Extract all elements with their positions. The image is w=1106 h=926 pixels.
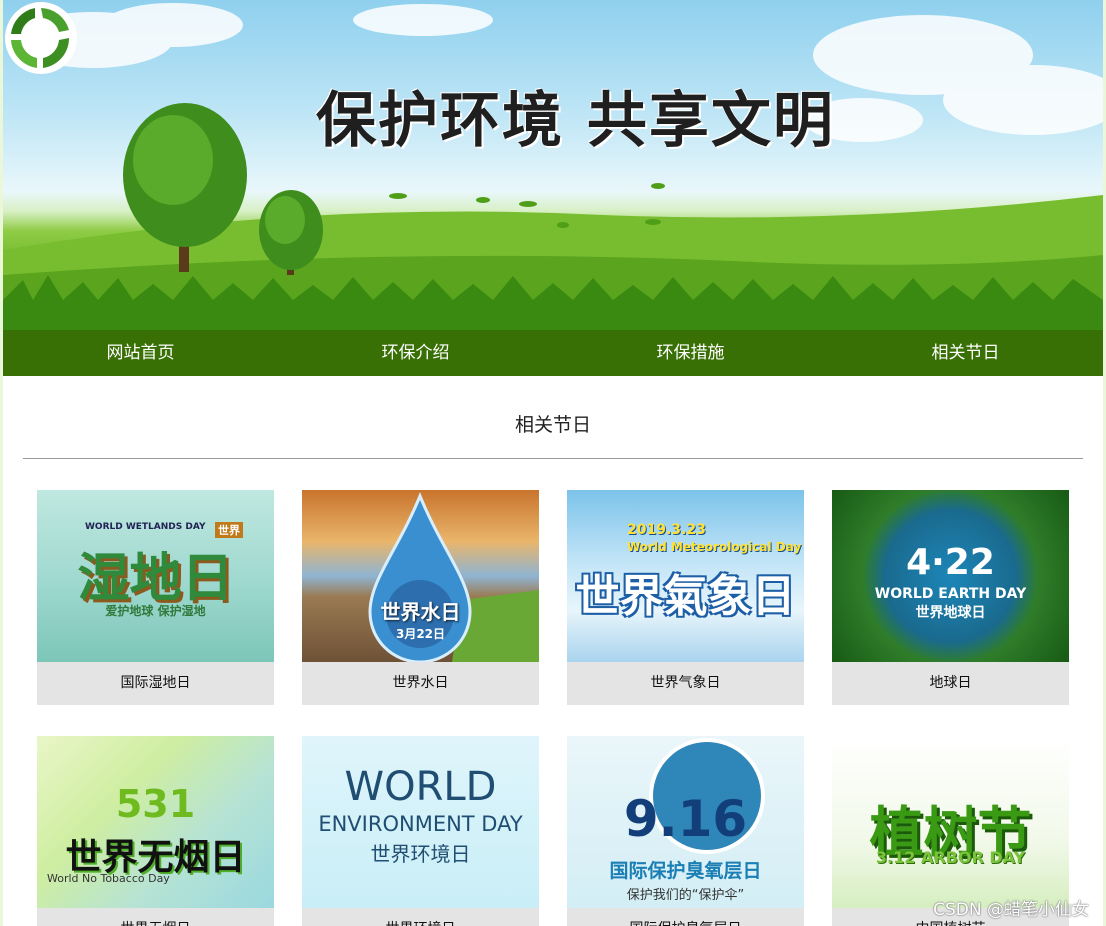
meteorological-image: 2019.3.23 World Meteorological Day 世界氣象日: [567, 490, 804, 662]
festival-card-earth[interactable]: 4·22 WORLD EARTH DAY 世界地球日 地球日: [832, 490, 1069, 705]
banner-illustration: [3, 3, 1103, 330]
no-tobacco-image: 531 世界无烟日 World No Tobacco Day: [37, 736, 274, 908]
festival-card-meteorological[interactable]: 2019.3.23 World Meteorological Day 世界氣象日…: [567, 490, 804, 705]
banner-title: 保护环境 共享文明: [316, 86, 835, 156]
watermark: CSDN @蜡笔小仙女: [933, 900, 1089, 920]
section-title: 相关节日: [514, 414, 591, 436]
festival-card-ozone[interactable]: 9.16 国际保护臭氧层日 保护我们的“保护伞” 国际保护臭氧层日: [567, 736, 804, 926]
page: 保护环境 共享文明 网站首页 环保介绍 环保措施 相关节日 相关节日 WORLD…: [3, 0, 1103, 926]
card-caption: 世界无烟日: [37, 908, 274, 926]
recycle-icon: [5, 2, 77, 74]
festival-card-environment[interactable]: WORLD ENVIRONMENT DAY 世界环境日 世界环境日: [302, 736, 539, 926]
wetlands-image: WORLD WETLANDS DAY 世界 湿地日 爱护地球 保护湿地: [37, 490, 274, 662]
nav-item-festivals[interactable]: 相关节日: [828, 330, 1103, 376]
nav-item-home[interactable]: 网站首页: [3, 330, 278, 376]
card-caption: 世界气象日: [650, 675, 721, 691]
card-caption: 地球日: [929, 675, 972, 691]
water-image: 世界水日 3月22日: [302, 490, 539, 662]
earth-image: 4·22 WORLD EARTH DAY 世界地球日: [832, 490, 1069, 662]
festival-card-no-tobacco[interactable]: 531 世界无烟日 World No Tobacco Day 世界无烟日: [37, 736, 274, 926]
festival-card-water[interactable]: 世界水日 3月22日 世界水日: [302, 490, 539, 705]
header-banner: 保护环境 共享文明: [3, 0, 1103, 330]
card-caption: 国际保护臭氧层日: [567, 908, 804, 926]
arbor-image: 植树节 3.12 ARBOR DAY: [832, 736, 1069, 908]
environment-image: WORLD ENVIRONMENT DAY 世界环境日: [302, 736, 539, 908]
card-caption: 世界环境日: [302, 908, 539, 926]
nav-item-measures[interactable]: 环保措施: [553, 330, 828, 376]
festival-card-wetlands[interactable]: WORLD WETLANDS DAY 世界 湿地日 爱护地球 保护湿地 国际湿地…: [37, 490, 274, 705]
card-caption: 世界水日: [392, 675, 449, 691]
main-nav: 网站首页 环保介绍 环保措施 相关节日: [3, 330, 1103, 376]
section-divider: [23, 458, 1083, 459]
ozone-image: 9.16 国际保护臭氧层日 保护我们的“保护伞”: [567, 736, 804, 908]
nav-item-intro[interactable]: 环保介绍: [278, 330, 553, 376]
card-caption: 国际湿地日: [120, 675, 191, 691]
